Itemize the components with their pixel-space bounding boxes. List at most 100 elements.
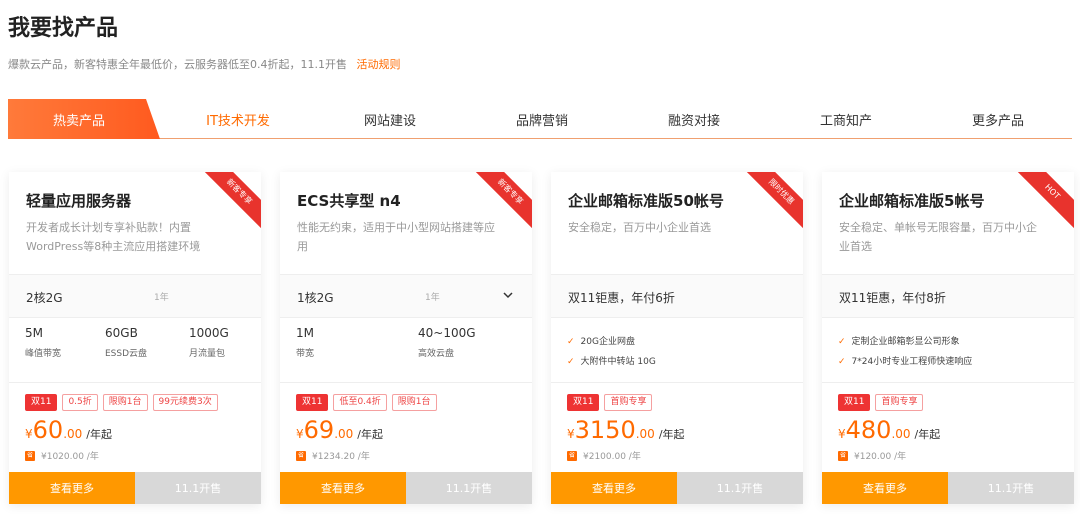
check-icon: ✓ xyxy=(567,357,575,367)
feature-text: 大附件中转站 10G xyxy=(580,357,656,367)
stat-value: 5M xyxy=(25,326,43,340)
product-name: 企业邮箱标准版5帐号 xyxy=(839,192,985,210)
product-name: 轻量应用服务器 xyxy=(26,192,132,210)
promo-tags: 双11 首购专享 xyxy=(567,394,653,411)
feature-item: ✓ 20G企业网盘 xyxy=(567,334,635,347)
price: ¥480.00/年起 xyxy=(838,416,940,444)
product-card: HOT 企业邮箱标准版5帐号 安全稳定、单帐号无限容量，百万中小企业首选 双11… xyxy=(822,172,1074,504)
spec-value: 1核2G xyxy=(297,291,334,305)
original-price-value: ¥1234.20 /年 xyxy=(312,452,370,462)
product-name: ECS共享型 n4 xyxy=(297,192,401,210)
original-price-value: ¥2100.00 /年 xyxy=(583,452,641,462)
price-unit: /年起 xyxy=(914,428,941,441)
promo-tags: 双11 低至0.4折 限购1台 xyxy=(296,394,437,411)
stat-label: ESSD云盘 xyxy=(105,349,148,359)
price-integer: 60 xyxy=(32,416,64,444)
price-currency: ¥ xyxy=(567,427,575,441)
spec-value: 双11钜惠，年付8折 xyxy=(839,291,946,305)
stat-value: 60GB xyxy=(105,326,138,340)
tab-more-products[interactable]: 更多产品 xyxy=(938,99,1058,139)
promo-tag: 限购1台 xyxy=(391,394,437,411)
activity-rules-link[interactable]: 活动规则 xyxy=(356,58,400,71)
divider xyxy=(280,382,532,383)
view-more-button[interactable]: 查看更多 xyxy=(551,472,677,504)
product-desc: 安全稳定、单帐号无限容量，百万中小企业首选 xyxy=(839,221,1037,253)
original-price: 省 ¥120.00 /年 xyxy=(838,449,906,462)
tab-ip[interactable]: 工商知产 xyxy=(786,99,906,139)
feature-text: 20G企业网盘 xyxy=(580,337,635,347)
promo-text: 爆款云产品，新客特惠全年最低价，云服务器低至0.4折起，11.1开售 xyxy=(8,58,347,71)
price-currency: ¥ xyxy=(296,427,304,441)
promo-tag: 双11 xyxy=(838,394,871,411)
promo-tags: 双11 0.5折 限购1台 99元续费3次 xyxy=(25,394,218,411)
product-desc: 开发者成长计划专享补贴款！内置WordPress等8种主流应用搭建环境 xyxy=(26,221,201,253)
promo-tag: 首购专享 xyxy=(604,394,653,411)
spec-value: 双11钜惠，年付6折 xyxy=(568,291,675,305)
stat-value: 1000G xyxy=(189,326,229,340)
product-card: 新客专享 ECS共享型 n4 性能无约束，适用于中小型网站搭建等应用 1核2G … xyxy=(280,172,532,504)
price-decimal: .00 xyxy=(635,427,655,441)
price-integer: 480 xyxy=(845,416,892,444)
product-desc: 性能无约束，适用于中小型网站搭建等应用 xyxy=(297,221,495,253)
stat-label: 高效云盘 xyxy=(418,349,455,359)
stat-label: 峰值带宽 xyxy=(25,349,62,359)
stat-label: 带宽 xyxy=(296,349,315,359)
divider xyxy=(551,382,803,383)
spec-promo: 双11钜惠，年付8折 xyxy=(822,274,1074,318)
promo-tag: 双11 xyxy=(296,394,329,411)
promo-tag: 低至0.4折 xyxy=(333,394,387,411)
view-more-button[interactable]: 查看更多 xyxy=(280,472,406,504)
price-unit: /年起 xyxy=(658,428,685,441)
product-desc: 安全稳定，百万中小企业首选 xyxy=(568,221,711,234)
spec-selector[interactable]: 1核2G 1年 xyxy=(280,274,532,318)
spec-value: 2核2G xyxy=(26,291,63,305)
stat-label: 月流量包 xyxy=(189,349,226,359)
price-integer: 69 xyxy=(303,416,335,444)
tab-website[interactable]: 网站建设 xyxy=(330,99,450,139)
price-integer: 3150 xyxy=(574,416,636,444)
sale-button[interactable]: 11.1开售 xyxy=(406,472,532,504)
stat-value: 40~100G xyxy=(418,326,476,340)
promo-tag: 99元续费3次 xyxy=(152,394,218,411)
promo-tag: 0.5折 xyxy=(62,394,98,411)
promo-tag: 双11 xyxy=(25,394,58,411)
stat-value: 1M xyxy=(296,326,314,340)
promo-tag: 限购1台 xyxy=(102,394,148,411)
check-icon: ✓ xyxy=(838,357,846,367)
tab-financing[interactable]: 融资对接 xyxy=(634,99,754,139)
spec-stats: 1M 带宽 40~100G 高效云盘 xyxy=(280,326,532,386)
product-name: 企业邮箱标准版50帐号 xyxy=(568,192,724,210)
price: ¥3150.00/年起 xyxy=(567,416,685,444)
product-card: 新客专享 轻量应用服务器 开发者成长计划专享补贴款！内置WordPress等8种… xyxy=(9,172,261,504)
sale-button[interactable]: 11.1开售 xyxy=(677,472,803,504)
chevron-down-icon[interactable] xyxy=(502,289,514,301)
page-subtitle: 爆款云产品，新客特惠全年最低价，云服务器低至0.4折起，11.1开售 活动规则 xyxy=(8,56,400,72)
price-currency: ¥ xyxy=(25,427,33,441)
price-decimal: .00 xyxy=(63,427,83,441)
save-badge-icon: 省 xyxy=(25,450,35,461)
spec-stats: 5M 峰值带宽 60GB ESSD云盘 1000G 月流量包 xyxy=(9,326,261,386)
feature-item: ✓ 7*24小时专业工程师快速响应 xyxy=(838,354,972,367)
tab-it-dev[interactable]: IT技术开发 xyxy=(178,99,298,139)
sale-button[interactable]: 11.1开售 xyxy=(948,472,1074,504)
spec-selector[interactable]: 2核2G 1年 xyxy=(9,274,261,318)
view-more-button[interactable]: 查看更多 xyxy=(822,472,948,504)
page-title: 我要找产品 xyxy=(8,16,119,41)
check-icon: ✓ xyxy=(838,337,846,347)
sale-button[interactable]: 11.1开售 xyxy=(135,472,261,504)
view-more-button[interactable]: 查看更多 xyxy=(9,472,135,504)
original-price: 省 ¥1234.20 /年 xyxy=(296,449,370,462)
tab-hot-products[interactable]: 热卖产品 xyxy=(8,99,160,139)
price-currency: ¥ xyxy=(838,427,846,441)
category-tabs: 热卖产品 IT技术开发 网站建设 品牌营销 融资对接 工商知产 更多产品 xyxy=(8,99,1072,139)
original-price-value: ¥120.00 /年 xyxy=(854,452,907,462)
original-price: 省 ¥2100.00 /年 xyxy=(567,449,641,462)
tab-brand-marketing[interactable]: 品牌营销 xyxy=(482,99,602,139)
price-decimal: .00 xyxy=(891,427,911,441)
feature-item: ✓ 定制企业邮箱彰显公司形象 xyxy=(838,334,960,347)
price: ¥60.00/年起 xyxy=(25,416,112,444)
spec-term: 1年 xyxy=(425,293,440,303)
feature-text: 定制企业邮箱彰显公司形象 xyxy=(851,337,960,347)
original-price: 省 ¥1020.00 /年 xyxy=(25,449,99,462)
promo-tags: 双11 首购专享 xyxy=(838,394,924,411)
